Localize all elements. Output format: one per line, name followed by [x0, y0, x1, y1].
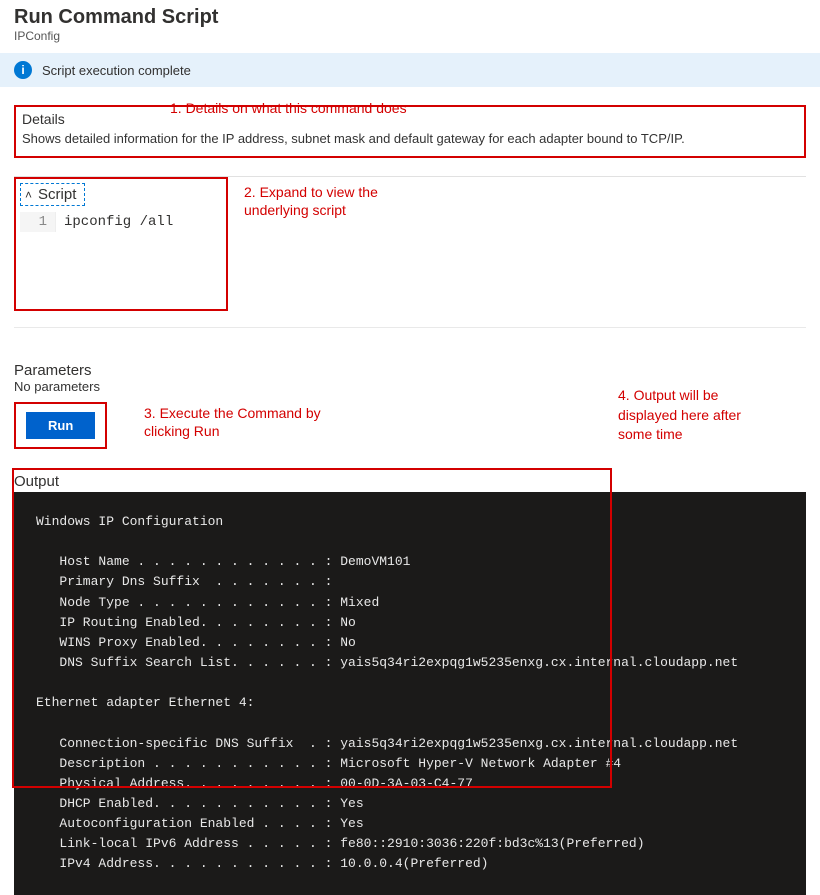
chevron-up-icon: ˄: [25, 188, 32, 202]
code-line: ipconfig /all: [56, 212, 181, 232]
annotation-3: 3. Execute the Command by clicking Run: [144, 404, 321, 440]
script-panel: ˄ Script 1 ipconfig /all: [14, 177, 228, 311]
output-console[interactable]: Windows IP Configuration Host Name . . .…: [14, 492, 806, 895]
status-message: Script execution complete: [42, 63, 191, 78]
parameters-heading: Parameters: [14, 362, 806, 379]
details-panel: Details Shows detailed information for t…: [14, 105, 806, 158]
info-icon: i: [14, 61, 32, 79]
annotation-1: 1. Details on what this command does: [170, 99, 407, 117]
annotation-4: 4. Output will be displayed here after s…: [618, 386, 788, 445]
status-bar: i Script execution complete: [0, 53, 820, 87]
run-highlight: Run: [14, 402, 107, 449]
annotation-2: 2. Expand to view the underlying script: [244, 183, 378, 219]
output-heading: Output: [14, 473, 806, 490]
line-number: 1: [20, 212, 56, 232]
script-toggle[interactable]: ˄ Script: [20, 183, 85, 206]
run-button[interactable]: Run: [26, 412, 95, 439]
script-toggle-label: Script: [38, 186, 76, 203]
code-block: 1 ipconfig /all: [20, 212, 222, 232]
details-text: Shows detailed information for the IP ad…: [22, 131, 798, 146]
page-header: Run Command Script IPConfig: [0, 0, 820, 45]
details-heading: Details: [22, 111, 798, 127]
page-subtitle: IPConfig: [14, 29, 806, 43]
page-title: Run Command Script: [14, 6, 806, 29]
